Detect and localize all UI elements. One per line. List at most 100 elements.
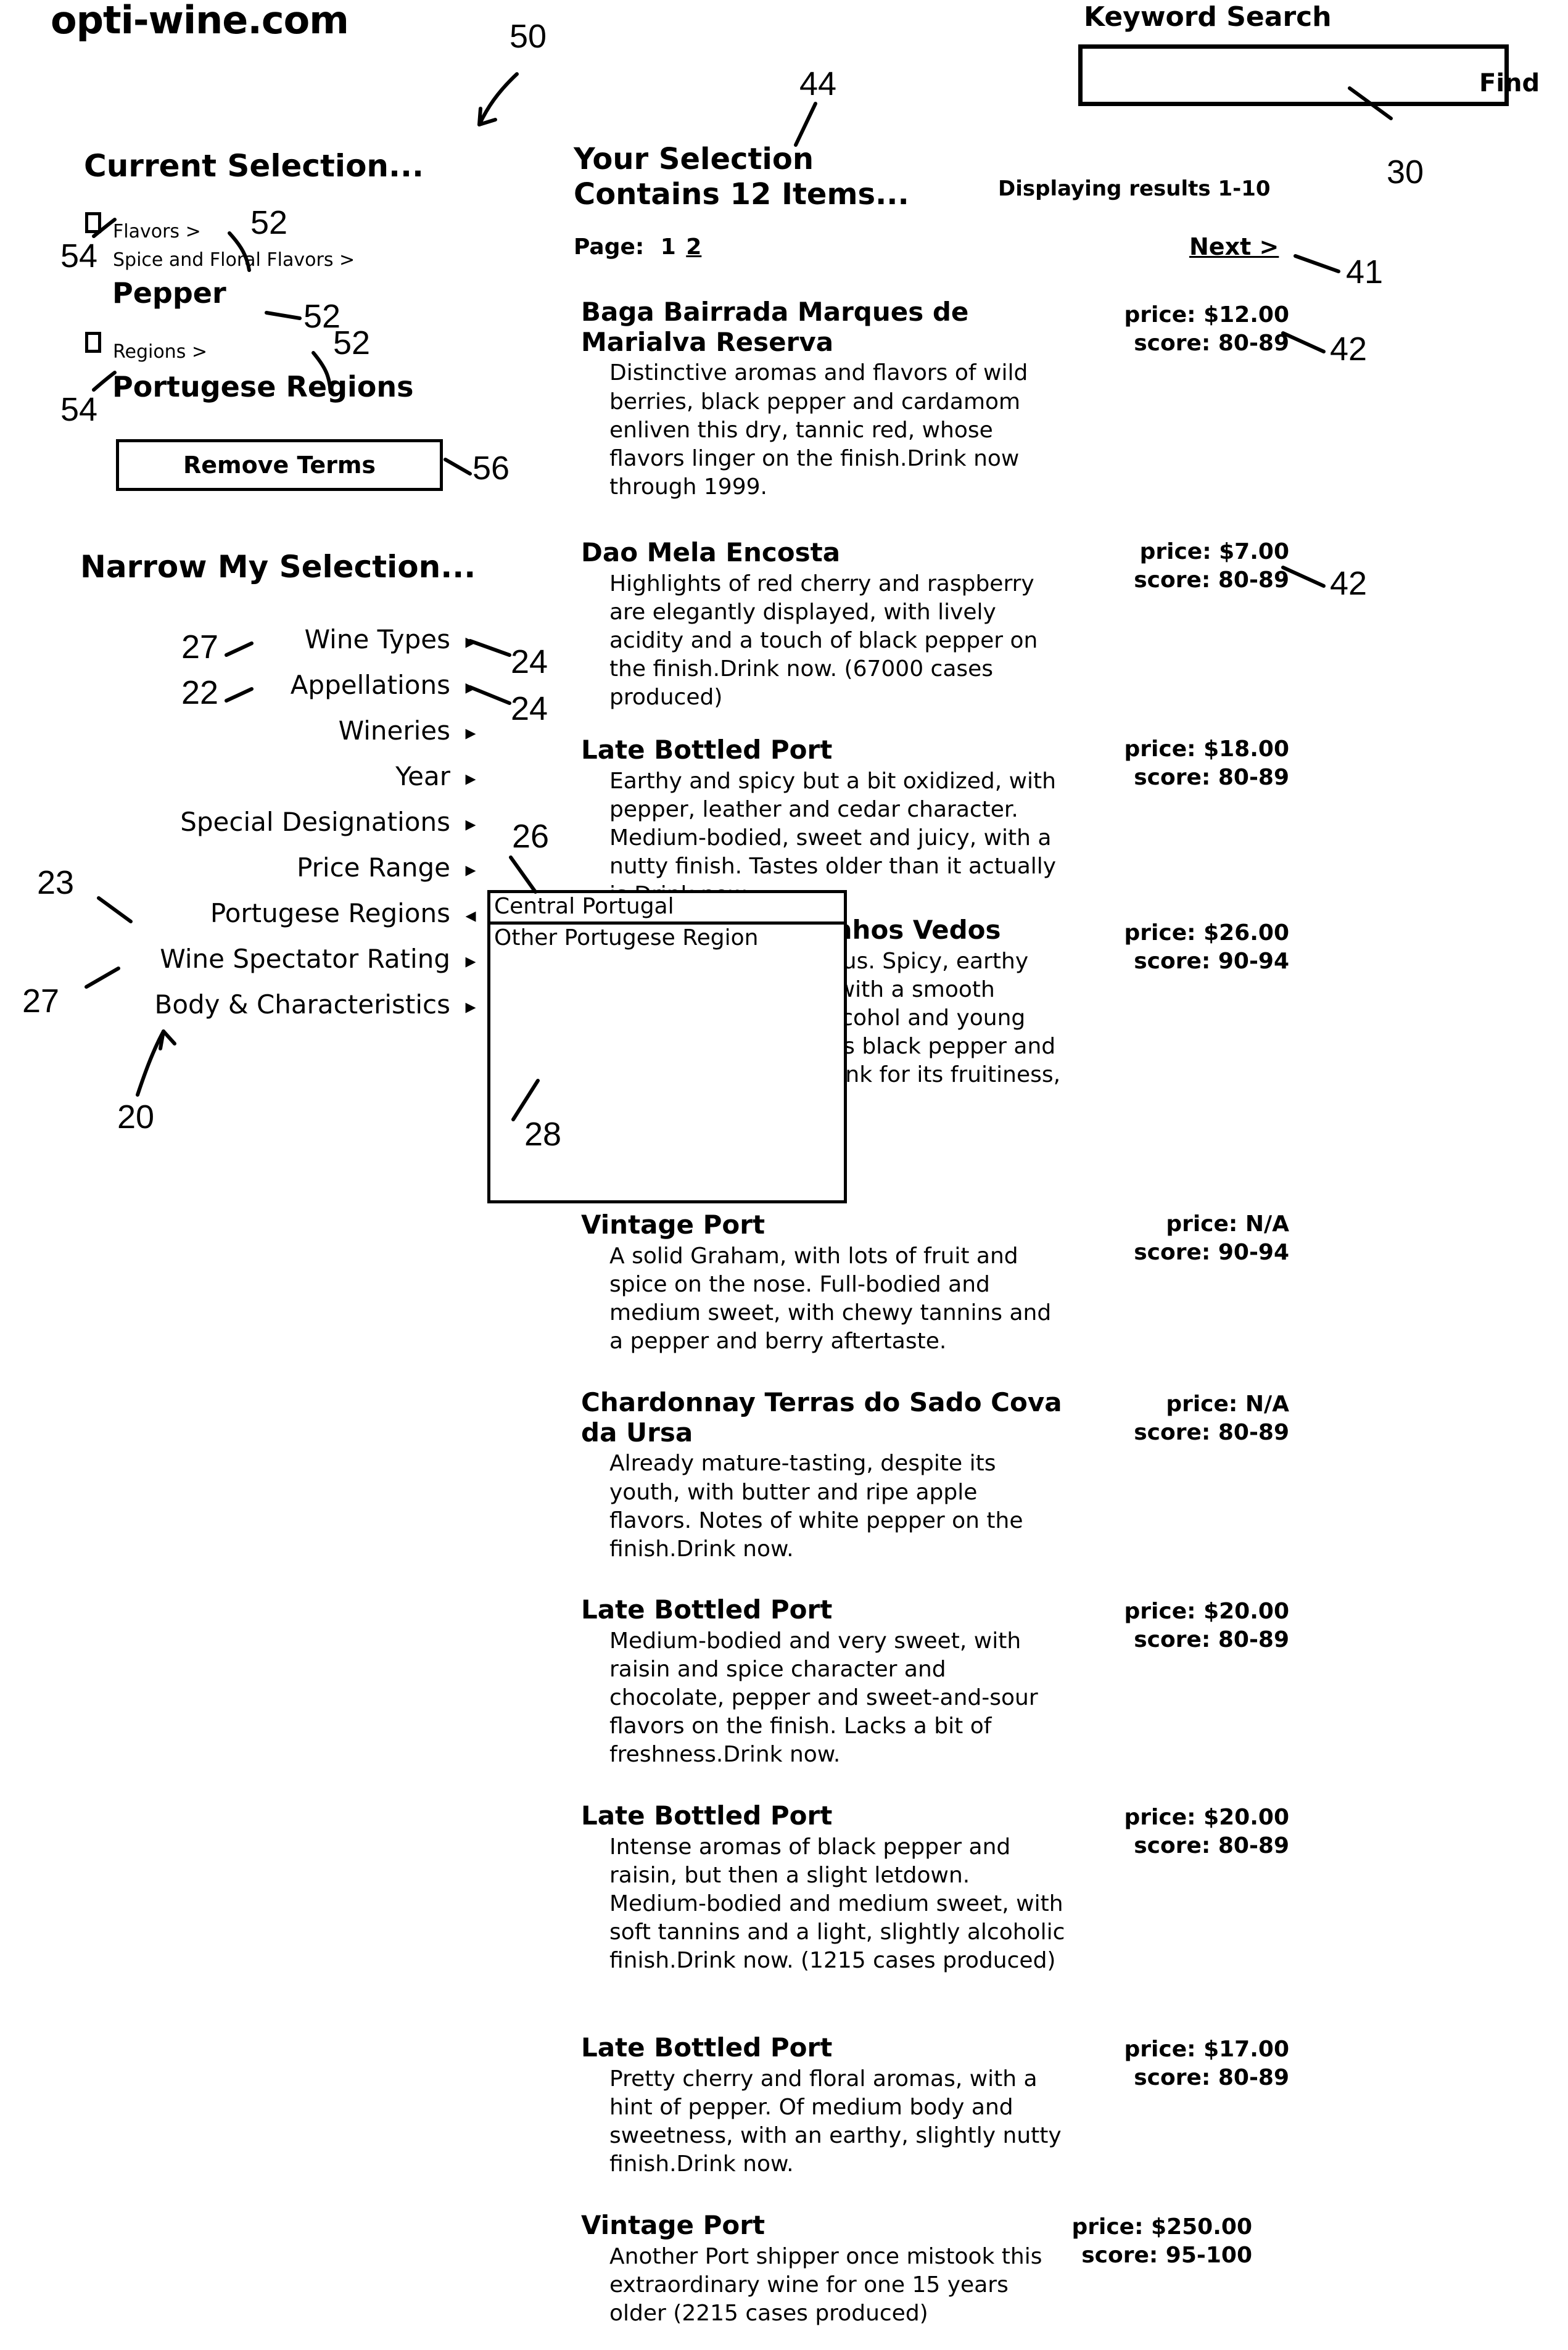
result-title[interactable]: Baga Bairrada Marques de Marialva Reserv… bbox=[581, 297, 1075, 357]
narrow-item-body-characteristics[interactable]: Body & Characteristics ▸ bbox=[0, 989, 481, 1020]
narrow-item-portugese-regions[interactable]: Portugese Regions ◂ bbox=[0, 898, 481, 928]
current-selection-heading: Current Selection... bbox=[84, 148, 424, 184]
result-title[interactable]: Dao Mela Encosta bbox=[581, 537, 1075, 568]
result-title[interactable]: Late Bottled Port bbox=[581, 1800, 1075, 1831]
remove-terms-button[interactable]: Remove Terms bbox=[116, 439, 443, 491]
chevron-right-icon: ▸ bbox=[465, 675, 476, 699]
result-price: price: $17.00 bbox=[1124, 2037, 1289, 2062]
result-meta: price: $17.00 score: 80-89 bbox=[1086, 2035, 1289, 2092]
narrow-item-label: Appellations bbox=[290, 670, 450, 700]
result-description: Another Port shipper once mistook this e… bbox=[609, 2243, 1042, 2326]
result-description: Highlights of red cherry and raspberry a… bbox=[609, 571, 1038, 711]
narrow-item-label: Special Designations bbox=[180, 807, 450, 837]
result-meta: price: $250.00 score: 95-100 bbox=[1049, 2213, 1252, 2270]
narrow-item-year[interactable]: Year ▸ bbox=[0, 761, 481, 791]
narrow-item-appellations[interactable]: Appellations ▸ bbox=[0, 670, 481, 700]
reference-numeral-50: 50 bbox=[510, 18, 547, 55]
result-item[interactable]: Late Bottled Port Pretty cherry and flor… bbox=[581, 2032, 1075, 2179]
reference-numeral-52: 52 bbox=[333, 324, 371, 361]
result-score: score: 80-89 bbox=[1134, 1420, 1289, 1446]
chevron-right-icon: ▸ bbox=[465, 812, 476, 836]
selection-term-value-2: Portugese Regions bbox=[112, 370, 414, 403]
reference-numeral-20: 20 bbox=[117, 1099, 155, 1136]
narrow-item-wine-types[interactable]: Wine Types ▸ bbox=[0, 624, 481, 654]
reference-numeral-42: 42 bbox=[1330, 331, 1368, 368]
result-description: Earthy and spicy but a bit oxidized, wit… bbox=[609, 768, 1057, 907]
result-title[interactable]: Vintage Port bbox=[581, 2210, 1075, 2241]
selection-term-crumb-1[interactable]: Flavors > bbox=[113, 221, 201, 242]
result-score: score: 80-89 bbox=[1134, 331, 1289, 357]
result-description: A solid Graham, with lots of fruit and s… bbox=[609, 1243, 1052, 1354]
reference-numeral-30: 30 bbox=[1387, 154, 1424, 191]
result-price: price: N/A bbox=[1166, 1211, 1289, 1237]
result-price: price: $26.00 bbox=[1124, 920, 1289, 946]
result-score: score: 80-89 bbox=[1134, 765, 1289, 791]
dropdown-option-central-portugal[interactable]: Central Portugal bbox=[490, 893, 844, 925]
result-item[interactable]: Chardonnay Terras do Sado Cova da Ursa A… bbox=[581, 1387, 1075, 1564]
result-title[interactable]: Chardonnay Terras do Sado Cova da Ursa bbox=[581, 1387, 1075, 1448]
narrow-item-special-designations[interactable]: Special Designations ▸ bbox=[0, 807, 481, 837]
remove-terms-label: Remove Terms bbox=[183, 451, 376, 479]
dropdown-option-other-portugese-region[interactable]: Other Portugese Region bbox=[490, 925, 844, 953]
results-heading-line2: Contains 12 Items... bbox=[574, 176, 909, 212]
displaying-results-text: Displaying results 1-10 bbox=[998, 176, 1271, 201]
page-link-1[interactable]: 1 bbox=[661, 234, 676, 260]
narrow-item-wineries[interactable]: Wineries ▸ bbox=[0, 715, 481, 746]
result-meta: price: N/A score: 90-94 bbox=[1086, 1210, 1289, 1267]
result-item[interactable]: Baga Bairrada Marques de Marialva Reserv… bbox=[581, 297, 1075, 501]
find-button[interactable]: Find bbox=[1479, 69, 1540, 97]
result-item[interactable]: Late Bottled Port Medium-bodied and very… bbox=[581, 1594, 1075, 1769]
result-price: price: $12.00 bbox=[1124, 302, 1289, 328]
result-item[interactable]: Dao Mela Encosta Highlights of red cherr… bbox=[581, 537, 1075, 712]
portugese-regions-dropdown[interactable]: Central Portugal Other Portugese Region bbox=[487, 890, 847, 1203]
page-link-2[interactable]: 2 bbox=[686, 234, 701, 260]
reference-numeral-56: 56 bbox=[472, 450, 510, 487]
narrow-item-label: Wine Types bbox=[304, 624, 450, 654]
reference-numeral-23: 23 bbox=[37, 864, 75, 901]
reference-numeral-41: 41 bbox=[1346, 254, 1384, 291]
result-score: score: 80-89 bbox=[1134, 1833, 1289, 1859]
selection-term-value-1: Pepper bbox=[112, 276, 226, 310]
chevron-left-icon: ◂ bbox=[465, 903, 476, 928]
narrow-item-label: Body & Characteristics bbox=[154, 989, 451, 1020]
selection-term-checkbox-1[interactable] bbox=[85, 212, 101, 233]
search-input-value bbox=[1083, 49, 1504, 81]
reference-numeral-27: 27 bbox=[181, 629, 219, 666]
narrow-item-wine-spectator-rating[interactable]: Wine Spectator Rating ▸ bbox=[0, 944, 481, 974]
result-price: price: N/A bbox=[1166, 1391, 1289, 1417]
result-meta: price: $7.00 score: 80-89 bbox=[1086, 538, 1289, 595]
result-meta: price: N/A score: 80-89 bbox=[1086, 1390, 1289, 1447]
search-input[interactable] bbox=[1078, 44, 1509, 106]
result-item[interactable]: Late Bottled Port Intense aromas of blac… bbox=[581, 1800, 1075, 1975]
narrow-item-label: Wineries bbox=[338, 715, 450, 746]
result-meta: price: $26.00 score: 90-94 bbox=[1086, 919, 1289, 976]
selection-term-subcrumb-1[interactable]: Spice and Floral Flavors > bbox=[113, 249, 355, 271]
result-score: score: 90-94 bbox=[1134, 949, 1289, 975]
result-item[interactable]: Vintage Port A solid Graham, with lots o… bbox=[581, 1210, 1075, 1356]
result-description: Intense aromas of black pepper and raisi… bbox=[609, 1834, 1065, 1974]
result-price: price: $18.00 bbox=[1124, 736, 1289, 762]
page-label: Page: bbox=[574, 234, 645, 260]
reference-numeral-26: 26 bbox=[512, 818, 550, 855]
narrow-selection-heading: Narrow My Selection... bbox=[80, 549, 476, 585]
result-meta: price: $20.00 score: 80-89 bbox=[1086, 1804, 1289, 1860]
chevron-right-icon: ▸ bbox=[465, 720, 476, 745]
selection-term-crumb-2[interactable]: Regions > bbox=[113, 341, 207, 363]
reference-numeral-24: 24 bbox=[511, 643, 548, 680]
result-price: price: $20.00 bbox=[1124, 1805, 1289, 1830]
results-heading: Your Selection Contains 12 Items... bbox=[574, 142, 956, 212]
chevron-right-icon: ▸ bbox=[465, 949, 476, 973]
result-item[interactable]: Late Bottled Port Earthy and spicy but a… bbox=[581, 735, 1075, 909]
result-title[interactable]: Late Bottled Port bbox=[581, 735, 1075, 765]
result-title[interactable]: Late Bottled Port bbox=[581, 1594, 1075, 1625]
result-title[interactable]: Vintage Port bbox=[581, 1210, 1075, 1240]
selection-term-checkbox-2[interactable] bbox=[85, 332, 101, 353]
results-heading-line1: Your Selection bbox=[574, 142, 814, 176]
reference-numeral-28: 28 bbox=[524, 1116, 562, 1153]
next-page-link[interactable]: Next > bbox=[1189, 233, 1279, 260]
pagination: Page: 1 2 bbox=[574, 234, 701, 260]
reference-numeral-42: 42 bbox=[1330, 565, 1368, 602]
result-title[interactable]: Late Bottled Port bbox=[581, 2032, 1075, 2063]
result-meta: price: $18.00 score: 80-89 bbox=[1086, 735, 1289, 792]
result-item[interactable]: Vintage Port Another Port shipper once m… bbox=[581, 2210, 1075, 2328]
